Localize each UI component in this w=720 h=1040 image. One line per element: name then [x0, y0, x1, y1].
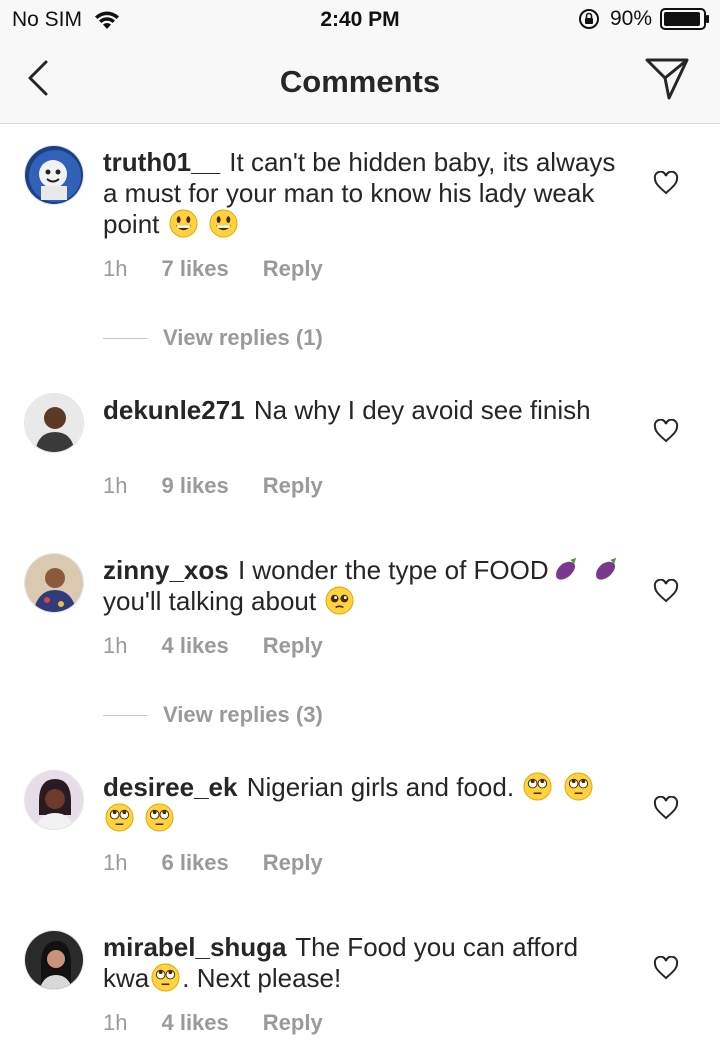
eye-roll-emoji	[564, 772, 593, 801]
eye-roll-emoji	[105, 803, 134, 832]
comment-text: Na why I dey avoid see finish	[253, 395, 591, 425]
like-heart-icon[interactable]	[653, 419, 679, 443]
comment-body: zinny_xos I wonder the type of FOOD you'…	[103, 555, 623, 617]
comment-meta: 1h 4 likes Reply	[103, 1010, 357, 1036]
likes-count[interactable]: 4 likes	[161, 1010, 228, 1036]
divider	[103, 714, 147, 716]
comment-text: . Next please!	[182, 963, 342, 993]
view-replies-button[interactable]: View replies (1)	[103, 325, 323, 351]
view-replies-label: View replies (1)	[163, 325, 323, 350]
like-heart-icon[interactable]	[653, 171, 679, 195]
battery-percent: 90%	[609, 7, 652, 30]
avatar[interactable]	[24, 145, 84, 205]
grinning-face-emoji	[169, 209, 198, 238]
comment-time: 1h	[103, 473, 128, 498]
like-heart-icon[interactable]	[653, 579, 679, 603]
comment-body: dekunle271 Na why I dey avoid see finish	[103, 395, 623, 426]
comment-body: mirabel_shuga The Food you can afford kw…	[103, 932, 623, 994]
comment-username[interactable]: dekunle271	[103, 395, 245, 425]
status-right: 90%	[578, 7, 710, 31]
eye-roll-emoji	[523, 772, 552, 801]
send-direct-icon[interactable]	[644, 56, 690, 102]
reply-button[interactable]: Reply	[263, 1010, 323, 1036]
rotation-lock-icon	[578, 9, 599, 29]
status-bar: No SIM 2:40 PM 90%	[0, 0, 720, 40]
view-replies-label: View replies (3)	[163, 702, 323, 727]
comment-text: I wonder the type of FOOD	[237, 555, 549, 585]
comments-screen: No SIM 2:40 PM 90% Comments truth01__ It…	[0, 0, 720, 1040]
reply-button[interactable]: Reply	[263, 256, 323, 282]
pleading-face-emoji	[325, 586, 354, 615]
avatar[interactable]	[24, 930, 84, 990]
eye-roll-emoji	[145, 803, 174, 832]
grinning-face-emoji	[209, 209, 238, 238]
avatar-image	[25, 771, 83, 829]
comment-time: 1h	[103, 256, 128, 281]
reply-button[interactable]: Reply	[263, 633, 323, 659]
comment-meta: 1h 9 likes Reply	[103, 473, 357, 499]
view-replies-button[interactable]: View replies (3)	[103, 702, 323, 728]
comment-text: you'll talking about	[103, 586, 317, 616]
reply-button[interactable]: Reply	[263, 473, 323, 499]
like-heart-icon[interactable]	[653, 956, 679, 980]
avatar[interactable]	[24, 393, 84, 453]
eye-roll-emoji	[151, 963, 180, 992]
reply-button[interactable]: Reply	[263, 850, 323, 876]
page-title: Comments	[279, 64, 441, 99]
comment-username[interactable]: desiree_ek	[103, 772, 237, 802]
comment-time: 1h	[103, 1010, 128, 1035]
avatar[interactable]	[24, 770, 84, 830]
avatar[interactable]	[24, 553, 84, 613]
eggplant-emoji	[591, 555, 620, 584]
likes-count[interactable]: 4 likes	[161, 633, 228, 659]
comment-time: 1h	[103, 633, 128, 658]
comment-body: truth01__ It can't be hidden baby, its a…	[103, 147, 623, 240]
battery-icon	[660, 8, 709, 30]
likes-count[interactable]: 9 likes	[161, 473, 228, 499]
like-heart-icon[interactable]	[653, 796, 679, 820]
comment-meta: 1h 6 likes Reply	[103, 850, 357, 876]
likes-count[interactable]: 7 likes	[161, 256, 228, 282]
comment-meta: 1h 4 likes Reply	[103, 633, 357, 659]
eggplant-emoji	[551, 555, 580, 584]
comment-body: desiree_ek Nigerian girls and food.	[103, 772, 623, 834]
comment-text: Nigerian girls and food.	[246, 772, 515, 802]
avatar-image	[25, 931, 83, 989]
comment-username[interactable]: zinny_xos	[103, 555, 229, 585]
navigation-bar: Comments	[0, 40, 720, 124]
divider	[103, 337, 147, 339]
comment-meta: 1h 7 likes Reply	[103, 256, 357, 282]
comment-time: 1h	[103, 850, 128, 875]
avatar-image	[25, 394, 83, 452]
comment-username[interactable]: truth01__	[103, 147, 220, 177]
likes-count[interactable]: 6 likes	[161, 850, 228, 876]
comment-username[interactable]: mirabel_shuga	[103, 932, 287, 962]
avatar-image	[25, 554, 83, 612]
avatar-image	[25, 146, 83, 204]
